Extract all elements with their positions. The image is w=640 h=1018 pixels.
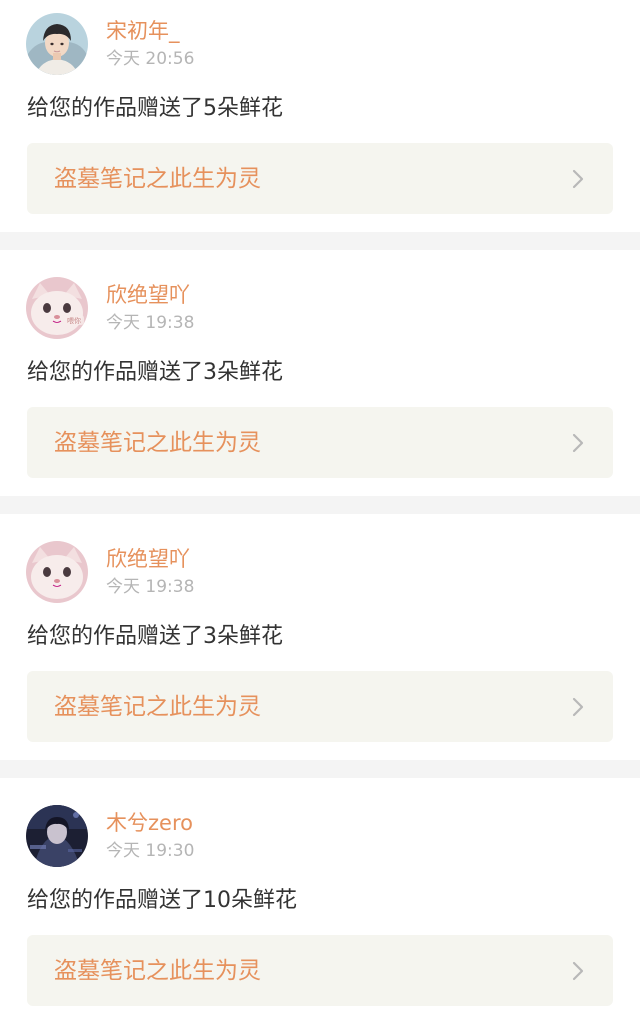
chevron-right-icon bbox=[572, 433, 584, 453]
gift-message: 给您的作品赠送了3朵鲜花 bbox=[27, 624, 283, 649]
work-link-card[interactable]: 盗墓笔记之此生为灵 bbox=[27, 671, 613, 742]
chevron-right-icon bbox=[572, 169, 584, 189]
gift-message: 给您的作品赠送了10朵鲜花 bbox=[27, 888, 297, 913]
username[interactable]: 木兮zero bbox=[106, 810, 193, 836]
timestamp: 今天 19:38 bbox=[106, 577, 195, 597]
notification-card: 欣绝望吖 今天 19:38 给您的作品赠送了3朵鲜花 盗墓笔记之此生为灵 bbox=[0, 514, 640, 760]
timestamp: 今天 19:30 bbox=[106, 841, 195, 861]
gift-message: 给您的作品赠送了3朵鲜花 bbox=[27, 360, 283, 385]
username[interactable]: 宋初年_ bbox=[106, 18, 180, 44]
work-title: 盗墓笔记之此生为灵 bbox=[54, 166, 261, 192]
work-title: 盗墓笔记之此生为灵 bbox=[54, 430, 261, 456]
notification-feed: 宋初年_ 今天 20:56 给您的作品赠送了5朵鲜花 盗墓笔记之此生为灵 喂你 bbox=[0, 0, 640, 1018]
avatar[interactable]: 喂你 bbox=[26, 277, 88, 339]
notification-card: 木兮zero 今天 19:30 给您的作品赠送了10朵鲜花 盗墓笔记之此生为灵 bbox=[0, 778, 640, 1018]
boy-portrait-icon bbox=[26, 13, 88, 75]
avatar-text: 喂你 bbox=[67, 316, 81, 325]
timestamp: 今天 19:38 bbox=[106, 313, 195, 333]
chevron-right-icon bbox=[572, 697, 584, 717]
avatar[interactable] bbox=[26, 805, 88, 867]
work-link-card[interactable]: 盗墓笔记之此生为灵 bbox=[27, 143, 613, 214]
cat-face-icon: 喂你 bbox=[26, 277, 88, 339]
username[interactable]: 欣绝望吖 bbox=[106, 282, 190, 308]
timestamp: 今天 20:56 bbox=[106, 49, 195, 69]
work-title: 盗墓笔记之此生为灵 bbox=[54, 958, 261, 984]
work-link-card[interactable]: 盗墓笔记之此生为灵 bbox=[27, 935, 613, 1006]
gift-message: 给您的作品赠送了5朵鲜花 bbox=[27, 96, 283, 121]
notification-card: 宋初年_ 今天 20:56 给您的作品赠送了5朵鲜花 盗墓笔记之此生为灵 bbox=[0, 0, 640, 232]
cat-face-icon bbox=[26, 541, 88, 603]
avatar[interactable] bbox=[26, 541, 88, 603]
work-title: 盗墓笔记之此生为灵 bbox=[54, 694, 261, 720]
chevron-right-icon bbox=[572, 961, 584, 981]
dark-anime-portrait-icon bbox=[26, 805, 88, 867]
notification-card: 喂你 欣绝望吖 今天 19:38 给您的作品赠送了3朵鲜花 盗墓笔记之此生为灵 bbox=[0, 250, 640, 496]
work-link-card[interactable]: 盗墓笔记之此生为灵 bbox=[27, 407, 613, 478]
username[interactable]: 欣绝望吖 bbox=[106, 546, 190, 572]
avatar[interactable] bbox=[26, 13, 88, 75]
